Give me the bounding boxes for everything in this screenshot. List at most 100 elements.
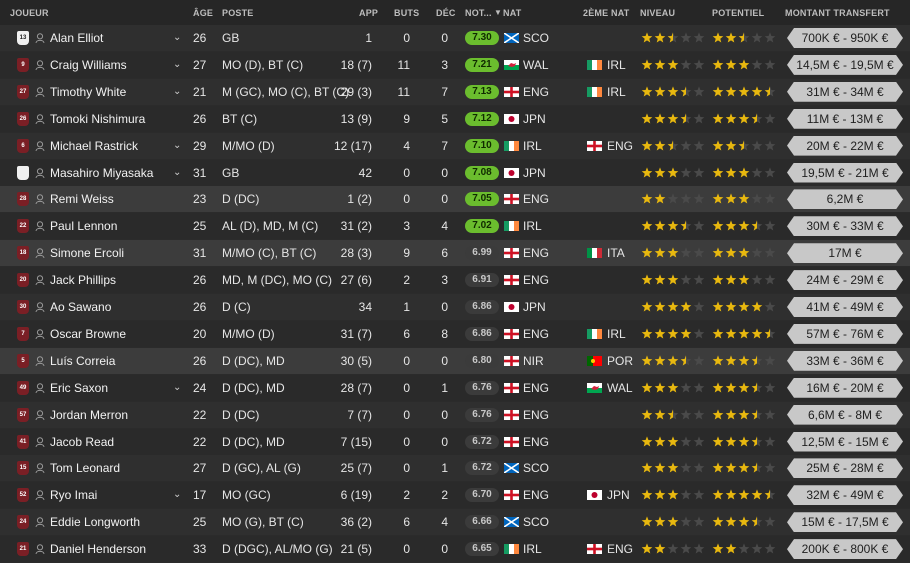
- shirt-number-icon: 13: [17, 31, 29, 45]
- player-name[interactable]: Remi Weiss: [50, 186, 114, 212]
- transfer-value-pill[interactable]: 25M € - 28M €: [787, 458, 903, 478]
- header-potential[interactable]: POTENTIEL: [712, 8, 764, 18]
- player-name[interactable]: Luís Correia: [50, 348, 115, 374]
- player-name[interactable]: Michael Rastrick: [50, 133, 138, 159]
- person-icon: [35, 382, 45, 393]
- person-icon: [35, 33, 45, 43]
- header-decisive[interactable]: DÉC: [436, 8, 456, 18]
- transfer-value-pill[interactable]: 700K € - 950K €: [787, 28, 903, 48]
- player-name[interactable]: Eddie Longworth: [50, 509, 140, 535]
- player-name[interactable]: Jordan Merron: [50, 402, 128, 428]
- player-name[interactable]: Eric Saxon: [50, 375, 108, 401]
- player-name[interactable]: Tom Leonard: [50, 455, 120, 481]
- transfer-value-pill[interactable]: 6,2M €: [787, 189, 903, 209]
- table-row[interactable]: 7 Oscar Browne 20 M/MO (D) 31 (7) 6 8 6.86 ENG IR…: [0, 320, 910, 347]
- table-row[interactable]: 15 Tom Leonard 27 D (GC), AL (G) 25 (7) 0 1 6.7…: [0, 455, 910, 482]
- sort-desc-icon[interactable]: ▼: [494, 8, 502, 17]
- person-icon: [35, 113, 45, 124]
- chevron-down-icon[interactable]: ⌄: [173, 160, 181, 186]
- table-row[interactable]: 52 Ryo Imai ⌄ 17 MO (GC) 6 (19) 2 2 6.70 ENG JPN 32…: [0, 482, 910, 509]
- player-name[interactable]: Jack Phillips: [50, 267, 116, 293]
- player-name[interactable]: Tomoki Nishimura: [50, 106, 145, 132]
- shirt-number-icon: 15: [17, 461, 29, 476]
- transfer-value-pill[interactable]: 17M €: [787, 243, 903, 263]
- header-position[interactable]: POSTE: [222, 8, 254, 18]
- player-name[interactable]: Oscar Browne: [50, 321, 126, 347]
- player-name[interactable]: Alan Elliot: [50, 25, 103, 51]
- player-name[interactable]: Simone Ercoli: [50, 240, 124, 266]
- header-app[interactable]: APP: [359, 8, 378, 18]
- player-position: D (DC): [222, 192, 260, 207]
- transfer-value-pill[interactable]: 20M € - 22M €: [787, 136, 903, 156]
- table-row[interactable]: 24 Eddie Longworth 25 MO (G), BT (C) 36 (2) 6…: [0, 509, 910, 536]
- player-name[interactable]: Paul Lennon: [50, 213, 117, 239]
- table-row[interactable]: 21 Daniel Henderson 33 D (DGC), AL/MO (G) 21…: [0, 536, 910, 563]
- transfer-value-pill[interactable]: 12,5M € - 15M €: [787, 432, 903, 452]
- transfer-value-pill[interactable]: 24M € - 29M €: [787, 270, 903, 290]
- player-name[interactable]: Jacob Read: [50, 429, 114, 455]
- player-age: 20: [193, 326, 207, 341]
- transfer-value-pill[interactable]: 6,6M € - 8M €: [787, 405, 903, 425]
- header-nat[interactable]: NAT: [503, 8, 521, 18]
- transfer-value-pill[interactable]: 41M € - 49M €: [787, 297, 903, 317]
- eng-flag-icon: [504, 328, 519, 339]
- table-row[interactable]: 28 Remi Weiss 23 D (DC) 1 (2) 0 0 7.05 ENG 6,2M €: [0, 186, 910, 213]
- player-name[interactable]: Masahiro Miyasaka: [50, 160, 153, 186]
- player-assists: 0: [441, 31, 448, 45]
- table-row[interactable]: 26 Tomoki Nishimura 26 BT (C) 13 (9) 9 5 7.12 JP…: [0, 105, 910, 132]
- player-goals: 0: [403, 353, 410, 368]
- transfer-value-pill[interactable]: 57M € - 76M €: [787, 324, 903, 344]
- header-rating[interactable]: NOT...: [465, 8, 492, 18]
- table-row[interactable]: 13 Alan Elliot ⌄ 26 GB 1 0 0 7.30 SCO 700K € - 950…: [0, 25, 910, 51]
- table-row[interactable]: 9 Craig Williams ⌄ 27 MO (D), BT (C) 18 (7) 11…: [0, 51, 910, 78]
- transfer-value-pill[interactable]: 30M € - 33M €: [787, 216, 903, 236]
- transfer-value-pill[interactable]: 31M € - 34M €: [787, 82, 903, 102]
- chevron-down-icon[interactable]: ⌄: [173, 25, 181, 51]
- rating-badge: 6.99: [465, 246, 499, 261]
- player-name[interactable]: Timothy White: [50, 79, 126, 105]
- header-second-nat[interactable]: 2ÈME NAT: [583, 8, 629, 18]
- chevron-down-icon[interactable]: ⌄: [173, 133, 181, 159]
- player-name[interactable]: Craig Williams: [50, 52, 127, 78]
- chevron-down-icon[interactable]: ⌄: [173, 482, 181, 508]
- table-row[interactable]: Masahiro Miyasaka ⌄ 31 GB 42 0 0 7.08 JPN 19,5M €…: [0, 159, 910, 186]
- transfer-value-pill[interactable]: 14,5M € - 19,5M €: [787, 55, 903, 75]
- table-row[interactable]: 27 Timothy White ⌄ 21 M (GC), MO (C), BT (C)…: [0, 78, 910, 105]
- transfer-value-pill[interactable]: 11M € - 13M €: [787, 109, 903, 129]
- player-name[interactable]: Daniel Henderson: [50, 536, 146, 562]
- player-position: MO (D), BT (C): [222, 57, 304, 72]
- irl-flag-icon: [587, 328, 602, 339]
- table-row[interactable]: 49 Eric Saxon ⌄ 24 D (DC), MD 28 (7) 0 1 6.76 ENG…: [0, 374, 910, 401]
- potential-stars: [712, 301, 778, 313]
- table-row[interactable]: 5 Luís Correia 26 D (DC), MD 30 (5) 0 0 6.80 NIR…: [0, 347, 910, 374]
- transfer-value-pill[interactable]: 15M € - 17,5M €: [787, 512, 903, 532]
- chevron-down-icon[interactable]: ⌄: [173, 375, 181, 401]
- table-row[interactable]: 57 Jordan Merron 22 D (DC) 7 (7) 0 0 6.76 ENG 6,6…: [0, 401, 910, 428]
- transfer-value-pill[interactable]: 33M € - 36M €: [787, 351, 903, 371]
- table-row[interactable]: 18 Simone Ercoli 31 M/MO (C), BT (C) 28 (3) 9…: [0, 240, 910, 267]
- player-name[interactable]: Ao Sawano: [50, 294, 111, 320]
- player-appearances: 21 (5): [340, 542, 372, 557]
- table-row[interactable]: 30 Ao Sawano 26 D (C) 34 1 0 6.86 JPN 41M € - 49M…: [0, 294, 910, 320]
- transfer-value-pill[interactable]: 16M € - 20M €: [787, 378, 903, 398]
- transfer-value-pill[interactable]: 19,5M € - 21M €: [787, 163, 903, 183]
- chevron-down-icon[interactable]: ⌄: [173, 52, 181, 78]
- transfer-value-pill[interactable]: 32M € - 49M €: [787, 485, 903, 505]
- table-row[interactable]: 20 Jack Phillips 26 MD, M (DC), MO (C) 27 (6…: [0, 267, 910, 294]
- player-age: 23: [193, 192, 207, 207]
- header-level[interactable]: NIVEAU: [640, 8, 675, 18]
- header-transfer-value[interactable]: MONTANT TRANSFERT: [785, 8, 890, 18]
- transfer-value-pill[interactable]: 200K € - 800K €: [787, 539, 903, 559]
- player-goals: 0: [403, 407, 410, 422]
- chevron-down-icon[interactable]: ⌄: [173, 79, 181, 105]
- header-age[interactable]: ÂGE: [193, 8, 213, 18]
- header-goals[interactable]: BUTS: [394, 8, 419, 18]
- header-player[interactable]: JOUEUR: [10, 8, 49, 18]
- person-icon: [35, 60, 45, 70]
- potential-stars: [712, 166, 778, 179]
- player-age: 26: [193, 111, 207, 126]
- table-row[interactable]: 6 Michael Rastrick ⌄ 29 M/MO (D) 12 (17) 4 7 7.1…: [0, 132, 910, 159]
- table-row[interactable]: 41 Jacob Read 22 D (DC), MD 7 (15) 0 0 6.72 ENG 1…: [0, 428, 910, 455]
- table-row[interactable]: 22 Paul Lennon 25 AL (D), MD, M (C) 31 (2) 3 4…: [0, 213, 910, 240]
- player-name[interactable]: Ryo Imai: [50, 482, 97, 508]
